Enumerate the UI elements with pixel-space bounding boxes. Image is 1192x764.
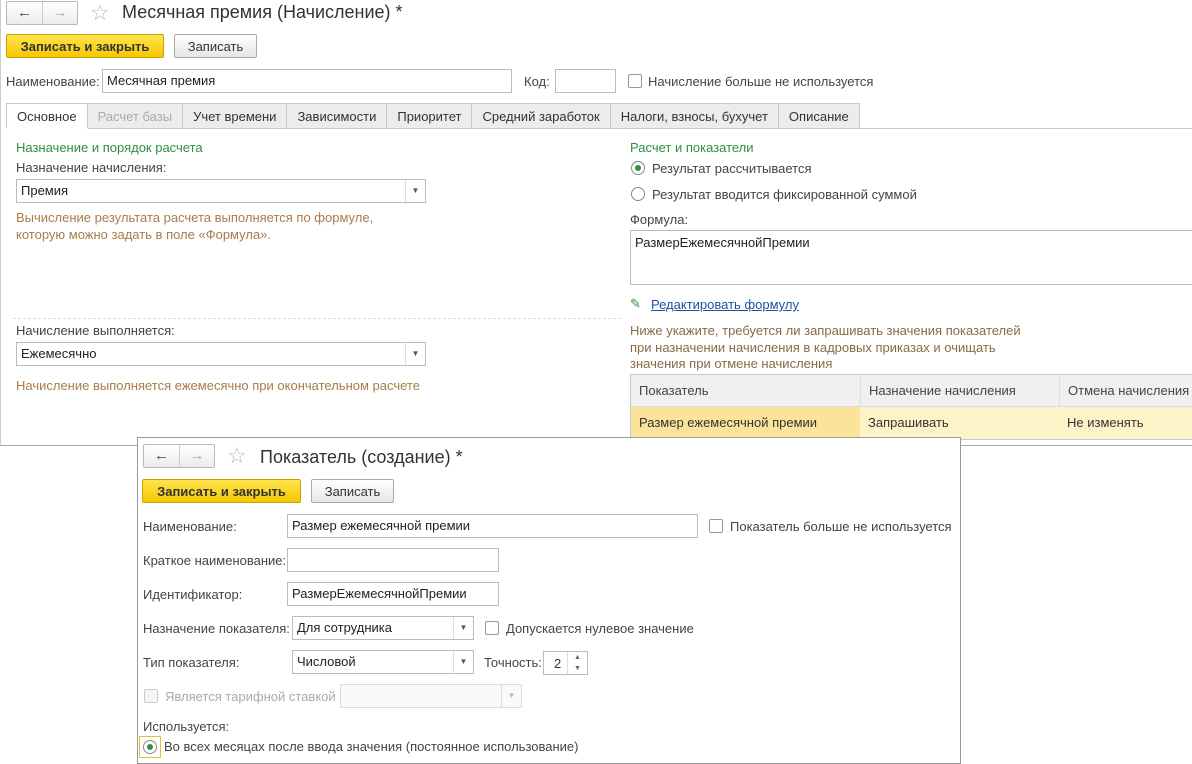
nav-buttons: ← → (143, 444, 215, 468)
identifier-label: Идентификатор: (143, 587, 243, 602)
code-label: Код: (524, 74, 550, 89)
purpose-section-title: Назначение и порядок расчета (16, 140, 203, 155)
radio-fixed-label: Результат вводится фиксированной суммой (652, 187, 917, 202)
type-label: Тип показателя: (143, 655, 240, 670)
accrual-window: ← → ☆ Месячная премия (Начисление) * Зап… (0, 0, 1192, 446)
chevron-down-icon[interactable]: ▼ (453, 651, 473, 673)
not-used-label: Показатель больше не используется (730, 519, 952, 534)
not-used-checkbox[interactable] (628, 74, 642, 88)
tab-base-calc[interactable]: Расчет базы (87, 103, 184, 129)
cell-cancel[interactable]: Не изменять (1059, 407, 1192, 439)
chevron-down-icon[interactable]: ▼ (501, 685, 521, 707)
purpose-value: Премия (21, 183, 69, 198)
chevron-down-icon[interactable]: ▼ (453, 617, 473, 639)
chevron-down-icon[interactable]: ▼ (405, 180, 425, 202)
formula-label: Формула: (630, 212, 689, 227)
cell-indicator[interactable]: Размер ежемесячной премии (631, 407, 860, 439)
zero-allowed-label: Допускается нулевое значение (506, 621, 694, 636)
precision-stepper[interactable]: 2 ▲ ▼ (543, 651, 588, 675)
window-title: Месячная премия (Начисление) * (122, 2, 403, 22)
tab-average-earnings[interactable]: Средний заработок (472, 103, 611, 129)
forward-arrow-icon[interactable]: → (42, 2, 77, 24)
back-arrow-icon[interactable]: ← (144, 445, 179, 467)
cell-assignment[interactable]: Запрашивать (860, 407, 1059, 439)
period-value: Ежемесячно (21, 346, 97, 361)
purpose-value: Для сотрудника (297, 620, 392, 635)
indicators-hint-3: значения при отмене начисления (630, 356, 833, 371)
save-and-close-button[interactable]: Записать и закрыть (142, 479, 301, 503)
indicators-table: Показатель Назначение начисления Отмена … (630, 374, 1192, 440)
radio-fixed[interactable] (631, 187, 645, 201)
column-header-assignment[interactable]: Назначение начисления (860, 375, 1059, 406)
period-select[interactable]: Ежемесячно ▼ (16, 342, 426, 366)
radio-calculated[interactable] (631, 161, 645, 175)
radio-used-permanent-label: Во всех месяцах после ввода значения (по… (164, 739, 579, 754)
column-header-cancel[interactable]: Отмена начисления (1059, 375, 1192, 406)
tab-main[interactable]: Основное (6, 103, 88, 129)
tab-taxes[interactable]: Налоги, взносы, бухучет (610, 103, 779, 129)
purpose-label: Назначение показателя: (143, 621, 290, 636)
chevron-down-icon[interactable]: ▼ (405, 343, 425, 365)
indicators-hint-2: при назначении начисления в кадровых при… (630, 340, 996, 355)
purpose-hint-2: которую можно задать в поле «Формула». (16, 227, 272, 242)
tab-strip: Основное Расчет базы Учет времени Зависи… (6, 103, 860, 129)
tab-priority[interactable]: Приоритет (387, 103, 473, 129)
indicators-hint-1: Ниже укажите, требуется ли запрашивать з… (630, 323, 1021, 338)
identifier-input[interactable]: РазмерЕжемесячнойПремии (287, 582, 499, 606)
favorite-star-icon[interactable]: ☆ (90, 2, 110, 24)
purpose-select[interactable]: Премия ▼ (16, 179, 426, 203)
save-button[interactable]: Записать (174, 34, 257, 58)
precision-value: 2 (554, 656, 562, 671)
stepper-down-icon[interactable]: ▼ (567, 663, 587, 674)
type-value: Числовой (297, 654, 356, 669)
short-name-input[interactable] (287, 548, 499, 572)
type-select[interactable]: Числовой ▼ (292, 650, 474, 674)
forward-arrow-icon[interactable]: → (179, 445, 214, 467)
period-hint: Начисление выполняется ежемесячно при ок… (16, 378, 420, 393)
precision-label: Точность: (484, 655, 542, 670)
formula-field[interactable]: РазмерЕжемесячнойПремии (630, 230, 1192, 285)
name-input[interactable]: Размер ежемесячной премии (287, 514, 698, 538)
save-button[interactable]: Записать (311, 479, 394, 503)
name-label: Наименование: (143, 519, 237, 534)
table-header: Показатель Назначение начисления Отмена … (631, 375, 1192, 407)
favorite-star-icon[interactable]: ☆ (227, 445, 247, 467)
save-and-close-button[interactable]: Записать и закрыть (6, 34, 164, 58)
table-row[interactable]: Размер ежемесячной премии Запрашивать Не… (631, 407, 1192, 439)
radio-used-permanent[interactable] (143, 740, 157, 754)
tab-time-tracking[interactable]: Учет времени (183, 103, 288, 129)
purpose-select[interactable]: Для сотрудника ▼ (292, 616, 474, 640)
name-input[interactable]: Месячная премия (102, 69, 512, 93)
code-input[interactable] (555, 69, 616, 93)
purpose-hint-1: Вычисление результата расчета выполняетс… (16, 210, 374, 225)
short-name-label: Краткое наименование: (143, 553, 287, 568)
tariff-label: Является тарифной ставкой (165, 689, 336, 704)
purpose-label: Назначение начисления: (16, 160, 167, 175)
back-arrow-icon[interactable]: ← (7, 2, 42, 24)
stepper-up-icon[interactable]: ▲ (567, 652, 587, 663)
nav-buttons: ← → (6, 1, 78, 25)
period-label: Начисление выполняется: (16, 323, 175, 338)
name-label: Наименование: (6, 74, 100, 89)
column-header-indicator[interactable]: Показатель (631, 375, 860, 406)
radio-calculated-label: Результат рассчитывается (652, 161, 812, 176)
tab-dependencies[interactable]: Зависимости (287, 103, 388, 129)
pencil-icon: ✎ (630, 296, 641, 311)
not-used-checkbox[interactable] (709, 519, 723, 533)
calc-section-title: Расчет и показатели (630, 140, 754, 155)
zero-allowed-checkbox[interactable] (485, 621, 499, 635)
not-used-label: Начисление больше не используется (648, 74, 874, 89)
used-label: Используется: (143, 719, 230, 734)
tariff-checkbox[interactable] (144, 689, 158, 703)
window-title: Показатель (создание) * (260, 447, 463, 467)
tariff-select[interactable]: ▼ (340, 684, 522, 708)
edit-formula-link[interactable]: Редактировать формулу (651, 297, 799, 312)
divider (13, 318, 621, 319)
tab-description[interactable]: Описание (778, 103, 860, 129)
